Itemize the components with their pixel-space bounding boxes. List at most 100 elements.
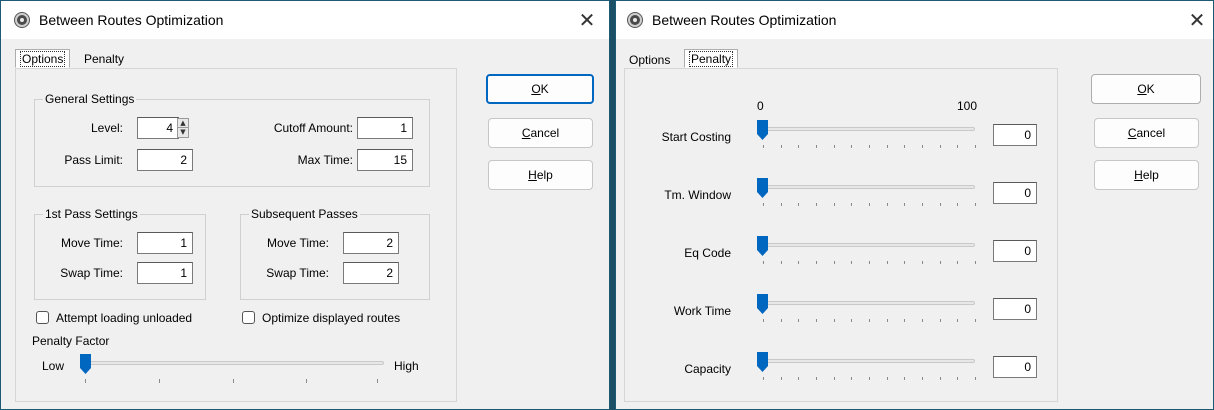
slider-tick xyxy=(816,203,817,206)
tab-penalty[interactable]: Penalty xyxy=(684,49,739,68)
slider-tick xyxy=(377,379,378,383)
slider-tick xyxy=(869,145,870,148)
attempt-loading-label[interactable]: Attempt loading unloaded xyxy=(56,311,192,325)
subsequent-move-time-label: Move Time: xyxy=(266,236,329,250)
start-costing-slider-thumb[interactable] xyxy=(757,120,768,140)
slider-tick xyxy=(869,261,870,264)
optimize-displayed-label[interactable]: Optimize displayed routes xyxy=(262,311,400,325)
window-title: Between Routes Optimization xyxy=(39,12,224,28)
tab-options[interactable]: Options xyxy=(15,49,71,68)
slider-tick xyxy=(869,377,870,380)
max-time-label: Max Time: xyxy=(297,153,353,167)
slider-tick xyxy=(159,379,160,383)
attempt-loading-checkbox[interactable] xyxy=(36,311,49,324)
slider-tick xyxy=(781,203,782,206)
first-swap-time-input[interactable]: 1 xyxy=(137,262,193,284)
slider-tick xyxy=(816,377,817,380)
level-input[interactable]: 4 xyxy=(137,117,179,139)
slider-tick xyxy=(887,319,888,322)
cancel-label: ancel xyxy=(530,126,560,140)
high-label: High xyxy=(394,359,419,373)
slider-tick xyxy=(834,203,835,206)
first-pass-group: 1st Pass Settings Move Time: 1 Swap Time… xyxy=(34,207,206,300)
cutoff-amount-input[interactable]: 1 xyxy=(357,117,413,139)
close-icon[interactable]: ✕ xyxy=(1183,7,1211,33)
tm-window-label: Tm. Window xyxy=(664,188,731,202)
tab-label: Options xyxy=(629,53,671,67)
spin-down-icon[interactable]: ▼ xyxy=(178,128,188,137)
tm-window-slider-track[interactable] xyxy=(757,185,975,189)
subsequent-move-time-input[interactable]: 2 xyxy=(343,232,399,254)
ok-mnemonic: O xyxy=(1137,82,1147,96)
slider-tick xyxy=(851,377,852,380)
subsequent-passes-group: Subsequent Passes Move Time: 2 Swap Time… xyxy=(240,207,430,300)
start-costing-label: Start Costing xyxy=(661,130,731,144)
cancel-button[interactable]: Cancel xyxy=(488,118,593,148)
slider-tick xyxy=(940,319,941,322)
work-time-slider-track[interactable] xyxy=(757,301,975,305)
slider-tick xyxy=(798,377,799,380)
ok-label: K xyxy=(1146,82,1155,96)
slider-tick xyxy=(975,319,976,322)
slider-tick xyxy=(904,319,905,322)
tab-label: Options xyxy=(20,51,66,67)
tab-label: Penalty xyxy=(689,51,734,67)
spin-up-icon[interactable]: ▲ xyxy=(178,119,188,128)
close-icon[interactable]: ✕ xyxy=(573,7,601,33)
start-costing-slider-track[interactable] xyxy=(757,127,975,131)
tm-window-slider-thumb[interactable] xyxy=(757,178,768,198)
max-time-input[interactable]: 15 xyxy=(357,149,413,171)
help-mnemonic: H xyxy=(1134,168,1143,182)
slider-tick xyxy=(887,203,888,206)
scale-min-label: 0 xyxy=(757,99,764,113)
level-spinner[interactable]: ▲ ▼ xyxy=(177,118,189,138)
slider-tick xyxy=(957,319,958,322)
cancel-button[interactable]: Cancel xyxy=(1094,118,1199,148)
optimize-displayed-checkbox[interactable] xyxy=(242,311,255,324)
eq-code-slider-thumb[interactable] xyxy=(757,236,768,256)
eq-code-value-input[interactable]: 0 xyxy=(993,240,1037,262)
title-bar[interactable]: Between Routes Optimization ✕ xyxy=(616,1,1213,39)
slider-tick xyxy=(975,203,976,206)
work-time-value-input[interactable]: 0 xyxy=(993,298,1037,320)
ok-button[interactable]: OK xyxy=(486,74,594,104)
cutoff-amount-label: Cutoff Amount: xyxy=(273,121,353,135)
slider-tick xyxy=(940,261,941,264)
work-time-slider-thumb[interactable] xyxy=(757,294,768,314)
help-button[interactable]: Help xyxy=(488,160,593,190)
slider-tick xyxy=(940,203,941,206)
ok-mnemonic: O xyxy=(531,82,541,96)
slider-tick xyxy=(781,145,782,148)
slider-tick xyxy=(887,145,888,148)
capacity-value-input[interactable]: 0 xyxy=(993,356,1037,378)
tab-label: Penalty xyxy=(84,52,125,66)
title-bar[interactable]: Between Routes Optimization ✕ xyxy=(1,1,609,39)
tab-penalty[interactable]: Penalty xyxy=(79,49,129,68)
slider-tick xyxy=(85,379,86,383)
subsequent-swap-time-input[interactable]: 2 xyxy=(343,262,399,284)
pass-limit-label: Pass Limit: xyxy=(64,153,123,167)
penalty-panel: 0 100 Start Costing 0 Tm. Window 0 Eq Code 0 W… xyxy=(624,68,1058,402)
slider-tick xyxy=(798,203,799,206)
help-button[interactable]: Help xyxy=(1094,160,1199,190)
slider-tick xyxy=(957,377,958,380)
slider-tick xyxy=(904,261,905,264)
first-move-time-input[interactable]: 1 xyxy=(137,232,193,254)
slider-tick xyxy=(922,377,923,380)
pass-limit-input[interactable]: 2 xyxy=(137,149,193,171)
ok-button[interactable]: OK xyxy=(1091,74,1201,104)
slider-tick xyxy=(957,203,958,206)
capacity-slider-track[interactable] xyxy=(757,359,975,363)
options-panel: General Settings Level: 4 ▲ ▼ Cutoff Amo… xyxy=(15,68,457,402)
capacity-slider-thumb[interactable] xyxy=(757,352,768,372)
tab-options[interactable]: Options xyxy=(624,50,675,69)
penalty-factor-slider-thumb[interactable] xyxy=(80,354,91,374)
slider-tick xyxy=(851,203,852,206)
start-costing-value-input[interactable]: 0 xyxy=(993,124,1037,146)
slider-tick xyxy=(904,203,905,206)
tm-window-value-input[interactable]: 0 xyxy=(993,182,1037,204)
slider-tick xyxy=(781,261,782,264)
eq-code-slider-track[interactable] xyxy=(757,243,975,247)
penalty-factor-track[interactable] xyxy=(80,361,384,365)
slider-tick xyxy=(869,319,870,322)
